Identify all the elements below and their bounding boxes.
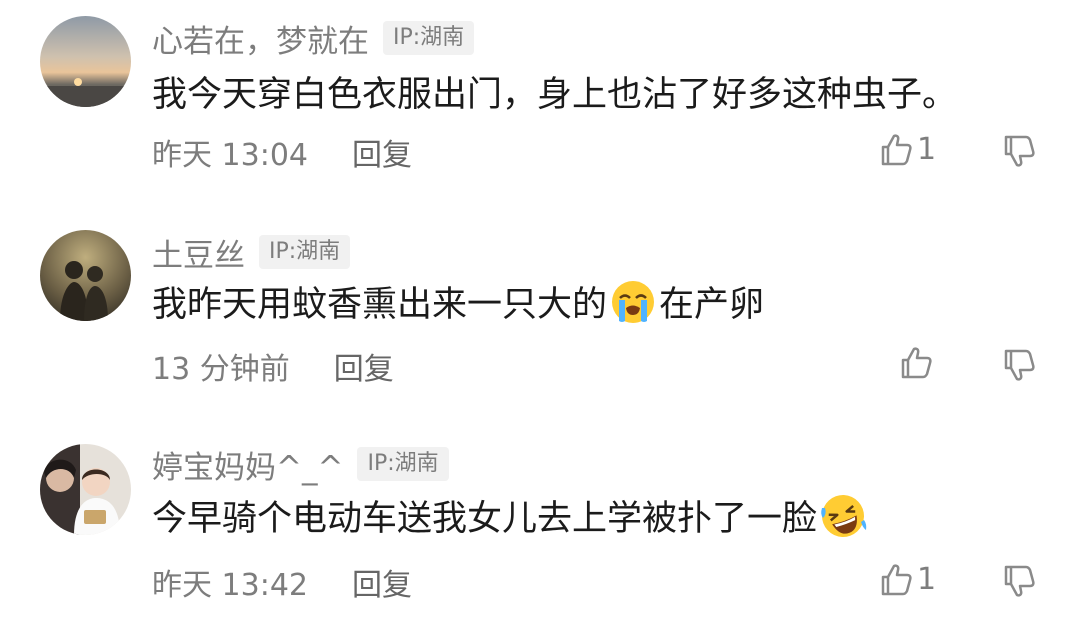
comment-item: 婷宝妈妈^_^ IP:湖南 今早骑个电动车送我女儿去上学被扑了一脸 昨天 13:…	[0, 444, 1080, 644]
like-button[interactable]	[899, 346, 937, 380]
thumbs-down-icon	[1004, 135, 1035, 167]
loudly-crying-face-icon	[612, 280, 655, 323]
dislike-button[interactable]	[1002, 134, 1036, 172]
ip-location-badge: IP:湖南	[259, 235, 351, 269]
avatar[interactable]	[40, 16, 131, 107]
username[interactable]: 婷宝妈妈^_^	[152, 442, 343, 487]
name-row: 婷宝妈妈^_^ IP:湖南	[152, 442, 449, 487]
thumbs-up-icon	[881, 563, 912, 595]
comment-meta: 昨天 13:42 回复	[152, 560, 412, 604]
comment-text-part: 我今天穿白色衣服出门，身上也沾了好多这种虫子。	[152, 75, 958, 115]
like-button[interactable]: 1	[879, 562, 936, 597]
comment-text: 我今天穿白色衣服出门，身上也沾了好多这种虫子。	[152, 66, 957, 117]
dislike-button[interactable]	[1002, 348, 1036, 386]
comment-meta: 昨天 13:04 回复	[152, 130, 412, 174]
timestamp: 13 分钟前	[152, 352, 290, 387]
avatar[interactable]	[40, 230, 131, 321]
rolling-laughing-face-icon	[821, 494, 867, 537]
thumbs-up-icon	[901, 347, 932, 379]
name-row: 土豆丝 IP:湖南	[152, 230, 351, 275]
like-button[interactable]: 1	[879, 132, 936, 167]
comment-text: 今早骑个电动车送我女儿去上学被扑了一脸	[152, 490, 869, 541]
comment-text: 我昨天用蚊香熏出来一只大的 在产卵	[152, 276, 764, 327]
comment-item: 心若在，梦就在 IP:湖南 我今天穿白色衣服出门，身上也沾了好多这种虫子。 昨天…	[0, 16, 1080, 216]
like-count: 1	[917, 132, 937, 167]
reply-button[interactable]: 回复	[352, 130, 412, 174]
like-count: 1	[917, 562, 937, 597]
comment-text-part: 在产卵	[659, 285, 765, 325]
reply-button[interactable]: 回复	[352, 560, 412, 604]
comment-meta: 13 分钟前 回复	[152, 344, 394, 388]
username[interactable]: 土豆丝	[152, 230, 245, 275]
username[interactable]: 心若在，梦就在	[152, 16, 369, 61]
thumbs-down-icon	[1004, 565, 1035, 597]
avatar[interactable]	[40, 444, 131, 535]
name-row: 心若在，梦就在 IP:湖南	[152, 16, 475, 61]
timestamp: 昨天 13:42	[152, 568, 308, 603]
dislike-button[interactable]	[1002, 564, 1036, 602]
thumbs-up-icon	[881, 133, 912, 165]
comment-text-part: 今早骑个电动车送我女儿去上学被扑了一脸	[152, 499, 818, 539]
timestamp: 昨天 13:04	[152, 138, 308, 173]
comment-text-part: 我昨天用蚊香熏出来一只大的	[152, 285, 608, 325]
ip-location-badge: IP:湖南	[357, 447, 449, 481]
ip-location-badge: IP:湖南	[383, 21, 475, 55]
reply-button[interactable]: 回复	[334, 344, 394, 388]
comment-item: 土豆丝 IP:湖南 我昨天用蚊香熏出来一只大的 在产卵 13 分钟前 回复	[0, 230, 1080, 430]
thumbs-down-icon	[1004, 349, 1035, 381]
